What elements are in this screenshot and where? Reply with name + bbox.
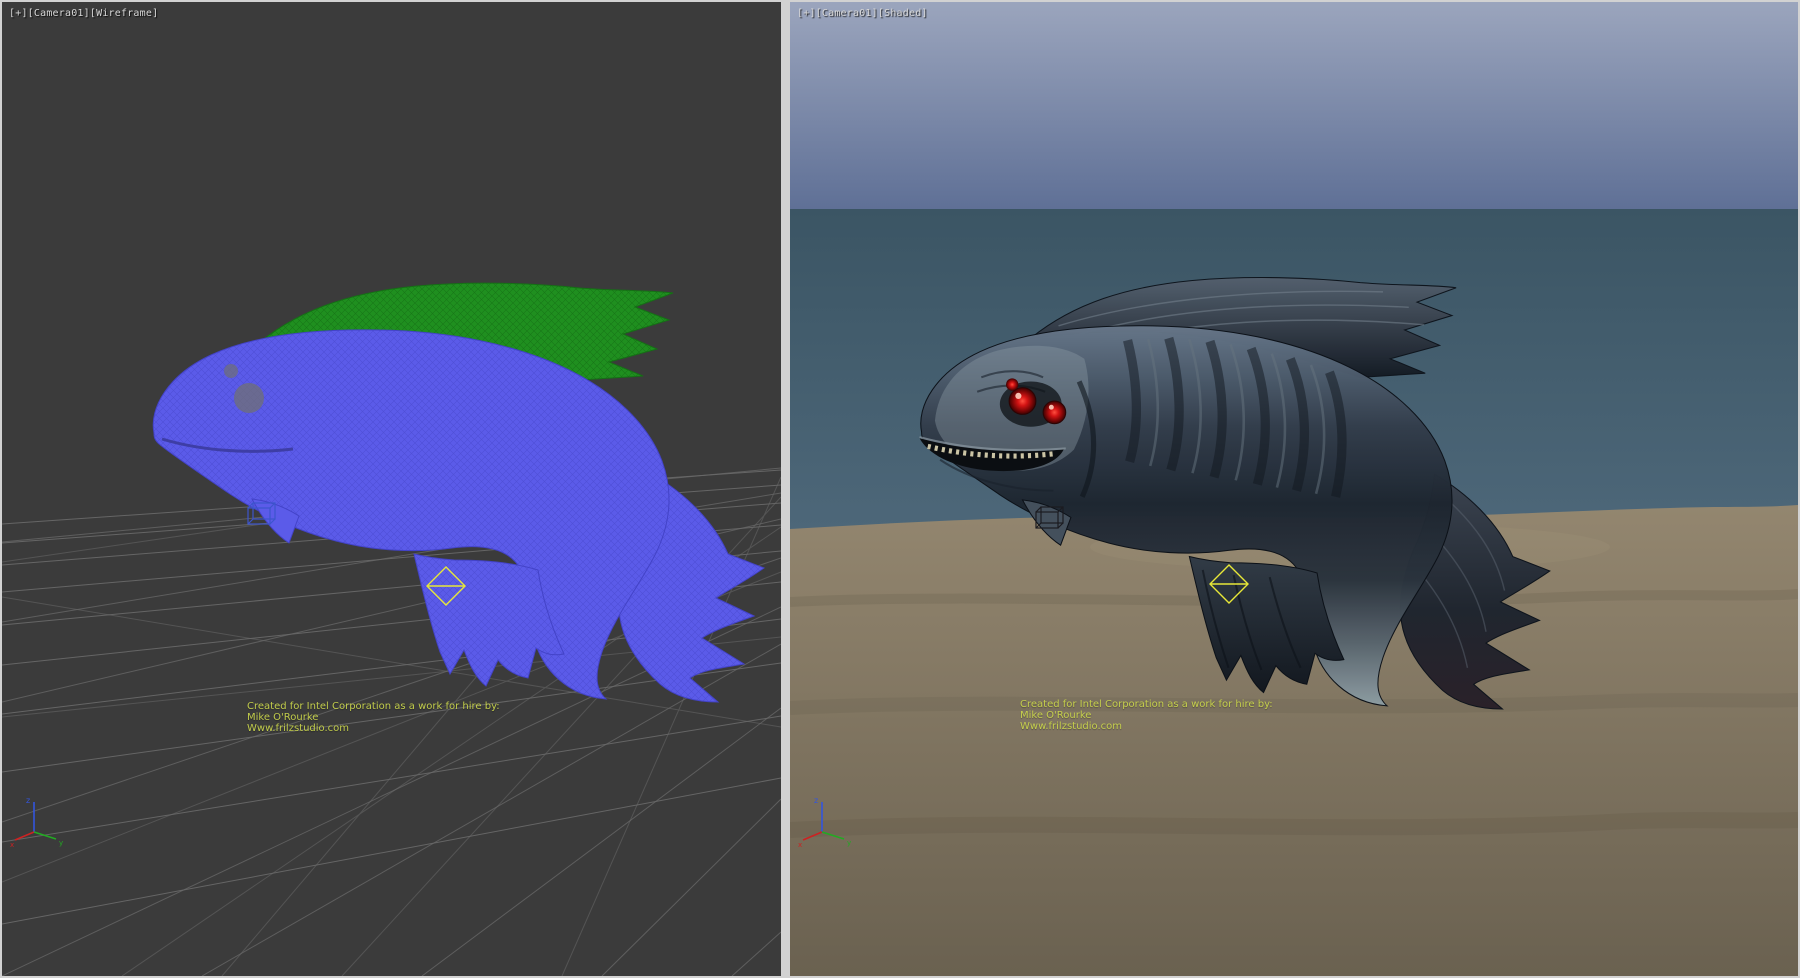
watermark-line1: Created for Intel Corporation as a work …: [1020, 699, 1273, 710]
axis-y-label: y: [59, 839, 63, 847]
watermark: Created for Intel Corporation as a work …: [247, 701, 500, 734]
axis-x-label: x: [798, 841, 802, 848]
fish-eye: [234, 383, 264, 413]
axis-x-label: x: [10, 841, 14, 848]
viewport-label: [+][Camera01][Shaded]: [797, 8, 928, 19]
watermark-line3: Www.frilzstudio.com: [1020, 721, 1273, 732]
watermark: Created for Intel Corporation as a work …: [1020, 699, 1273, 732]
watermark-line3: Www.frilzstudio.com: [247, 723, 500, 734]
axis-x-line: [803, 832, 822, 840]
sky: [790, 2, 1798, 209]
fish-eye-small: [224, 364, 238, 378]
axis-z-label: z: [814, 796, 818, 805]
viewport-menu-pov[interactable]: [+]: [9, 8, 28, 19]
axis-y-label: y: [847, 839, 851, 847]
fish-eye: [1043, 401, 1066, 424]
axis-y-line: [822, 832, 844, 839]
viewport-menu-camera[interactable]: [Camera01]: [28, 8, 90, 19]
fish-eye-small: [1006, 378, 1018, 390]
watermark-line2: Mike O'Rourke: [1020, 710, 1273, 721]
viewport-shaded[interactable]: [+][Camera01][Shaded] Created for Intel …: [790, 2, 1798, 976]
eye-highlight: [1049, 405, 1054, 410]
viewport-menu-shading[interactable]: [Wireframe]: [90, 8, 158, 19]
axis-z-label: z: [26, 796, 30, 805]
viewport-menu-shading[interactable]: [Shaded]: [878, 8, 928, 19]
viewport-menu-camera[interactable]: [Camera01]: [816, 8, 878, 19]
dual-viewport-frame: [+][Camera01][Wireframe] Created for Int…: [0, 0, 1800, 978]
eye-highlight: [1015, 393, 1021, 399]
watermark-line2: Mike O'Rourke: [247, 712, 500, 723]
world-axis-gizmo: z x y: [798, 792, 862, 848]
shaded-scene: [790, 2, 1798, 976]
viewport-menu-pov[interactable]: [+]: [797, 8, 816, 19]
axis-y-line: [34, 832, 56, 839]
wireframe-scene: [2, 2, 781, 976]
axis-x-line: [15, 832, 34, 840]
watermark-line1: Created for Intel Corporation as a work …: [247, 701, 500, 712]
fish-eye: [1009, 388, 1036, 415]
world-axis-gizmo: z x y: [10, 792, 74, 848]
viewport-wireframe[interactable]: [+][Camera01][Wireframe] Created for Int…: [2, 2, 781, 976]
viewport-label: [+][Camera01][Wireframe]: [9, 8, 158, 19]
